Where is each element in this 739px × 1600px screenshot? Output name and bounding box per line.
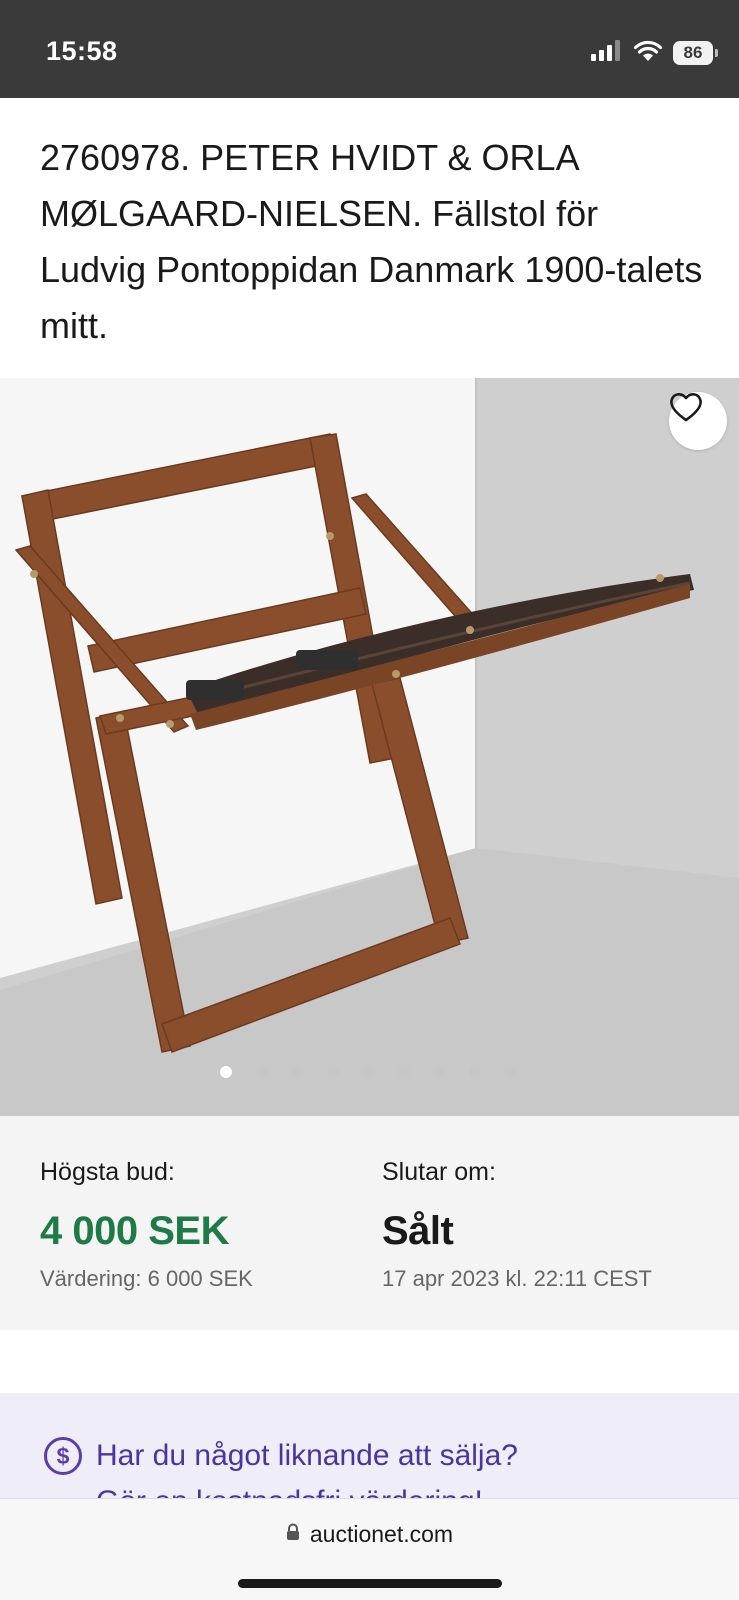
highest-bid-block: Högsta bud: 4 000 SEK Värdering: 6 000 S… — [40, 1158, 253, 1292]
wifi-icon — [633, 40, 663, 67]
pagination-dot[interactable] — [433, 1066, 445, 1078]
pagination-dot[interactable] — [291, 1066, 303, 1078]
sell-banner[interactable]: $ Har du något liknande att sälja? Gör e… — [0, 1393, 739, 1503]
bid-summary: Högsta bud: 4 000 SEK Värdering: 6 000 S… — [0, 1116, 739, 1330]
estimate-text: Värdering: 6 000 SEK — [40, 1266, 253, 1291]
chair-photo — [0, 378, 739, 1116]
lot-title: 2760978. PETER HVIDT & ORLA MØLGAARD-NIE… — [40, 137, 703, 346]
home-indicator[interactable] — [238, 1579, 502, 1588]
browser-address-bar[interactable]: auctionet.com — [0, 1498, 739, 1600]
ends-label: Slutar om: — [382, 1158, 496, 1186]
pagination-dot[interactable] — [468, 1066, 481, 1078]
lock-icon — [286, 1523, 300, 1546]
signal-icon — [591, 39, 623, 67]
pagination-dot[interactable] — [504, 1066, 516, 1078]
url-text[interactable]: auctionet.com — [310, 1521, 453, 1548]
status-time: 15:58 — [46, 36, 118, 66]
ends-status: Sålt — [382, 1209, 454, 1253]
highest-bid-value: 4 000 SEK — [40, 1209, 229, 1253]
pagination-dot[interactable] — [397, 1066, 410, 1078]
pagination-dot[interactable] — [326, 1066, 339, 1078]
pagination-dot[interactable] — [220, 1066, 232, 1078]
sell-banner-text[interactable]: Har du något liknande att sälja? — [96, 1439, 518, 1473]
pagination-dot[interactable] — [255, 1066, 268, 1078]
ends-date: 17 apr 2023 kl. 22:11 CEST — [382, 1266, 652, 1291]
highest-bid-label: Högsta bud: — [40, 1158, 175, 1186]
lot-image-gallery[interactable] — [0, 378, 739, 1116]
status-bar: 15:58 86 — [0, 0, 739, 98]
dollar-circle-icon: $ — [44, 1437, 82, 1475]
favorite-button[interactable] — [669, 392, 727, 450]
battery-icon: 86 — [673, 41, 718, 65]
ends-block: Slutar om: Sålt 17 apr 2023 kl. 22:11 CE… — [382, 1158, 652, 1292]
pagination-dot[interactable] — [362, 1066, 374, 1078]
status-icons: 86 — [591, 39, 718, 67]
